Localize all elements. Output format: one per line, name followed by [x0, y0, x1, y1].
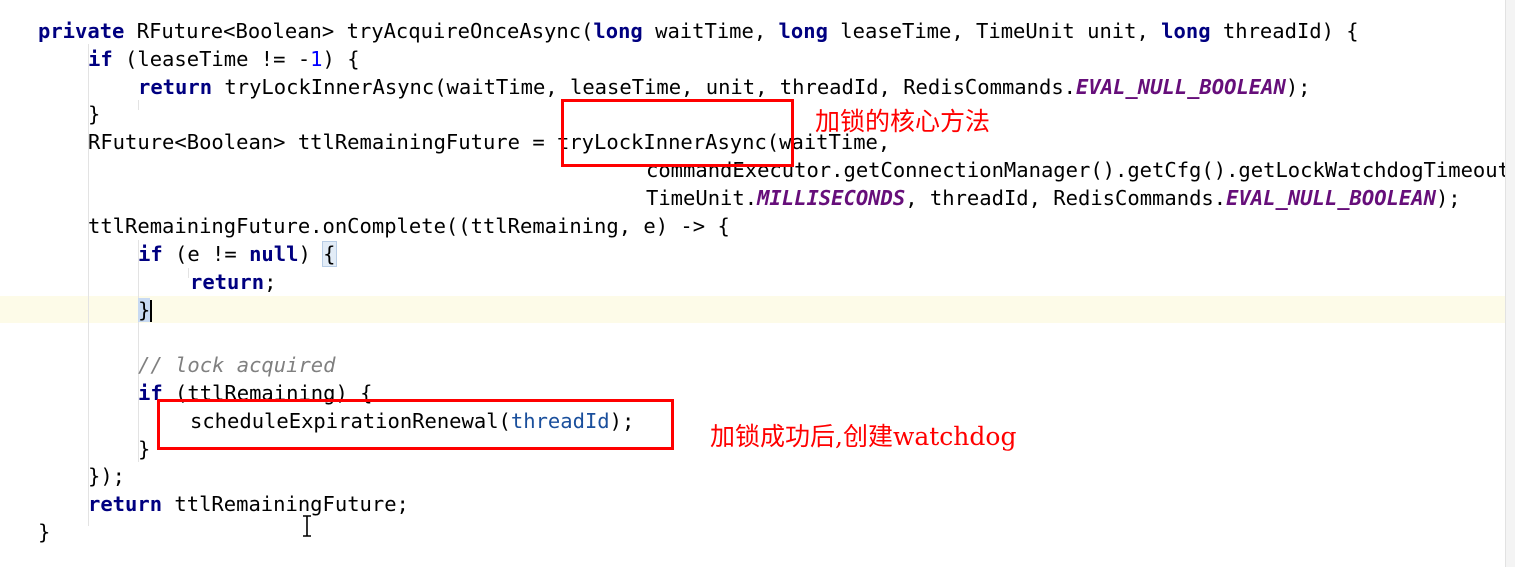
code-token: null — [249, 242, 299, 266]
code-token: TimeUnit. — [646, 186, 758, 210]
code-token: long — [1161, 19, 1211, 43]
code-token: return — [138, 75, 213, 99]
code-line-4[interactable]: } — [88, 100, 100, 128]
code-token: threadId) { — [1210, 19, 1359, 43]
code-token: } — [38, 520, 51, 544]
editor-right-margin — [1505, 0, 1515, 567]
code-comment: // lock acquired — [138, 353, 336, 377]
code-token: } — [138, 437, 151, 461]
code-token: }); — [88, 464, 126, 488]
matched-brace: } — [138, 298, 151, 322]
code-token: waitTime, — [642, 19, 779, 43]
code-token: (e != — [162, 242, 250, 266]
code-token: ttlRemainingFuture; — [162, 492, 409, 516]
code-token: RFuture<Boolean> tryAcquireOnceAsync( — [124, 19, 594, 43]
indent-guide — [188, 268, 189, 278]
annotation-box-schedule-renewal — [157, 399, 674, 450]
code-line-15[interactable]: } — [138, 435, 150, 463]
indent-guide — [138, 100, 139, 110]
code-token: ttlRemainingFuture.onComplete((ttlRemain… — [88, 214, 730, 238]
code-token: ); — [1435, 186, 1461, 210]
code-token: return — [190, 270, 265, 294]
code-line-17[interactable]: return ttlRemainingFuture; — [88, 490, 409, 518]
code-line-10[interactable]: return; — [190, 268, 276, 296]
code-token: if — [88, 47, 113, 71]
code-line-18[interactable]: } — [38, 518, 50, 546]
code-line-12[interactable]: // lock acquired — [138, 351, 335, 379]
code-token: EVAL_NULL_BOOLEAN — [1076, 75, 1286, 99]
code-token: long — [778, 19, 828, 43]
code-token: MILLISECONDS — [757, 186, 906, 210]
code-token: 1 — [310, 47, 323, 71]
code-line-11[interactable]: } — [138, 296, 153, 324]
code-line-16[interactable]: }); — [88, 462, 125, 490]
text-caret — [150, 300, 153, 322]
code-token: EVAL_NULL_BOOLEAN — [1226, 186, 1436, 210]
annotation-text-create-watchdog: 加锁成功后,创建watchdog — [710, 422, 1017, 451]
code-token: if — [138, 242, 163, 266]
annotation-box-trylockinnerasync — [561, 99, 794, 167]
code-token: private — [38, 19, 125, 43]
matched-brace: { — [322, 241, 337, 267]
code-token: ; — [264, 270, 277, 294]
code-token: , threadId, RedisCommands. — [905, 186, 1227, 210]
caret-line-highlight — [0, 296, 1505, 323]
code-token: } — [88, 102, 101, 126]
code-token: ) — [298, 242, 324, 266]
code-token: return — [88, 492, 163, 516]
code-token: ) { — [322, 47, 360, 71]
code-token: long — [593, 19, 643, 43]
code-line-7[interactable]: TimeUnit.MILLISECONDS, threadId, RedisCo… — [646, 184, 1461, 212]
code-token: leaseTime, TimeUnit unit, — [827, 19, 1162, 43]
code-line-3[interactable]: return tryLockInnerAsync(waitTime, lease… — [138, 73, 1311, 101]
code-editor[interactable]: private RFuture<Boolean> tryAcquireOnceA… — [0, 0, 1505, 567]
text-cursor-icon — [303, 515, 311, 537]
code-token: (leaseTime != - — [112, 47, 311, 71]
annotation-text-core-method: 加锁的核心方法 — [815, 107, 991, 136]
code-line-2[interactable]: if (leaseTime != -1) { — [88, 45, 360, 73]
code-line-1[interactable]: private RFuture<Boolean> tryAcquireOnceA… — [38, 17, 1359, 45]
code-token: tryLockInnerAsync(waitTime, leaseTime, u… — [212, 75, 1077, 99]
code-line-8[interactable]: ttlRemainingFuture.onComplete((ttlRemain… — [88, 212, 730, 240]
code-token: ); — [1285, 75, 1311, 99]
code-line-9[interactable]: if (e != null) { — [138, 240, 337, 268]
